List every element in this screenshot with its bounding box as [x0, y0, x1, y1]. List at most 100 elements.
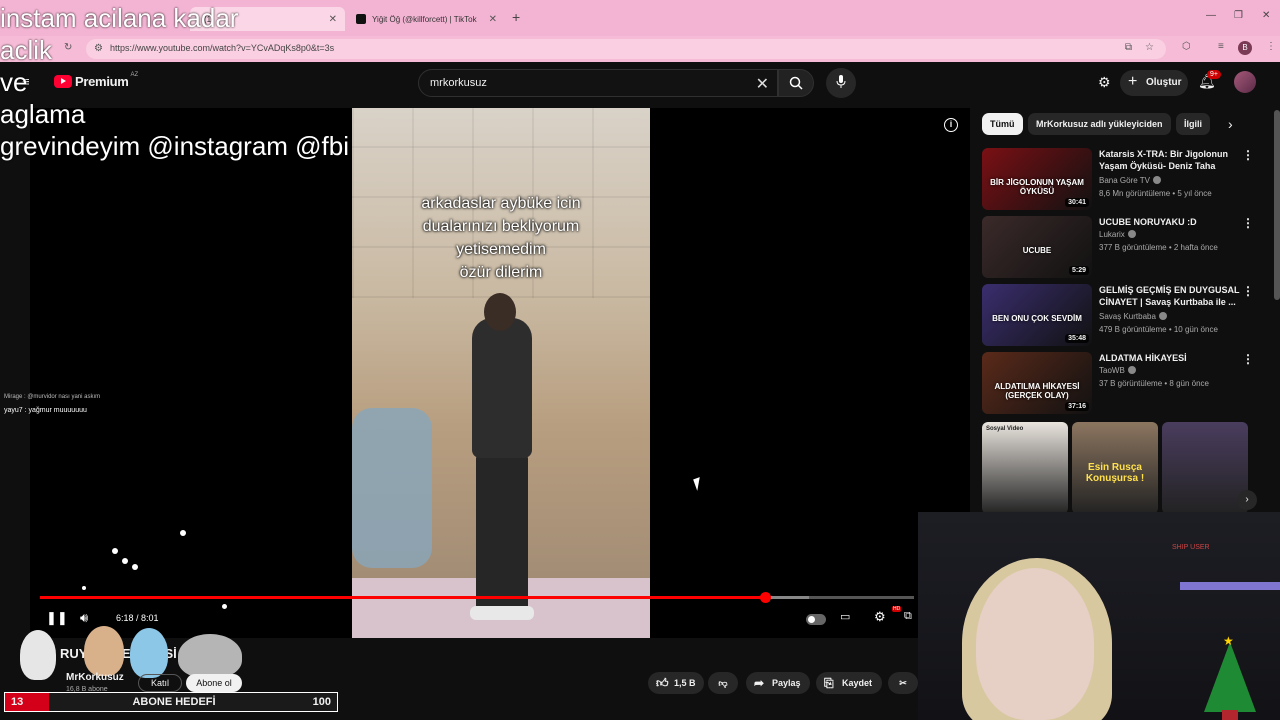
channel-name[interactable]: MrKorkusuz — [66, 672, 124, 683]
recommendation-item[interactable]: BİR JİGOLONUN YAŞAM ÖYKÜSÜ 30:41 Katarsis … — [982, 148, 1276, 210]
clip-button[interactable]: ✂ — [888, 672, 918, 694]
goal-target: 100 — [312, 696, 331, 708]
channel-label: Bana Göre TV — [1099, 176, 1150, 185]
channel-label: TaoWB — [1099, 366, 1125, 375]
streamer-webcam: SHIP USER ★ — [918, 512, 1280, 720]
new-tab-icon[interactable]: + — [512, 9, 520, 25]
progress-fill — [40, 596, 766, 599]
thumbnail-text: BİR JİGOLONUN YAŞAM ÖYKÜSÜ — [990, 178, 1084, 196]
search-button[interactable] — [778, 69, 814, 97]
media-icon[interactable]: ≡ — [1218, 41, 1224, 52]
scrubber-handle[interactable] — [760, 592, 772, 603]
recommendation-title[interactable]: Katarsis X-TRA: Bir Jigolonun Yaşam Öykü… — [1099, 148, 1249, 172]
profile-avatar[interactable]: B — [1238, 41, 1252, 55]
video-player[interactable]: arkadaslar aybüke icin dualarınızı bekliy… — [30, 108, 970, 638]
video-duration: 5:29 — [1068, 266, 1089, 275]
subscriber-goal-bar: 13 ABONE HEDEFİ 100 — [4, 692, 338, 712]
share-button[interactable]: ➦ Paylaş — [746, 672, 810, 694]
pillow — [352, 408, 432, 568]
short-thumbnail[interactable] — [1162, 422, 1248, 514]
short-thumbnail[interactable]: Esin Rusça Konuşursa ! — [1072, 422, 1158, 514]
caption-line: dualarınızı bekliyorum — [422, 218, 580, 235]
save-button[interactable]: ⎘ Kaydet — [816, 672, 882, 694]
bookmark-icon[interactable]: ☆ — [1145, 42, 1154, 53]
tiktok-icon — [356, 14, 366, 24]
account-avatar[interactable] — [1234, 71, 1256, 93]
progress-bar[interactable] — [40, 592, 914, 603]
recommendation-title[interactable]: UCUBE NORUYAKU :D — [1099, 216, 1249, 228]
recommendation-channel[interactable]: Lukarix — [1099, 230, 1136, 239]
notification-badge: 9+ — [1207, 70, 1221, 79]
recommendation-item[interactable]: ALDATILMA HİKAYESİ (GERÇEK OLAY) 37:16 ALD… — [982, 352, 1276, 414]
thumbnail-text: UCUBE — [1022, 246, 1052, 255]
tab-tiktok[interactable]: Yiğit Öğ (@killforcett) | TikTok ✕ — [350, 7, 505, 31]
extensions-icon[interactable]: ⬡ — [1182, 41, 1191, 52]
subscribe-button[interactable]: Abone ol — [186, 674, 242, 692]
more-options-icon[interactable]: ⋮ — [1242, 148, 1254, 162]
face — [976, 568, 1094, 720]
chip-from-uploader[interactable]: MrKorkusuz adlı yükleyiciden — [1028, 113, 1171, 135]
save-label: Kaydet — [842, 678, 873, 688]
chat-message: yayu7 : yağmur muuuuuuu — [4, 407, 87, 414]
close-window-icon[interactable]: ✕ — [1262, 10, 1270, 21]
minimize-icon[interactable]: — — [1206, 10, 1216, 21]
recommendation-item[interactable]: UCUBE 5:29 UCUBE NORUYAKU :D Lukarix 377 B g… — [982, 216, 1276, 278]
recommendation-meta: 8,6 Mn görüntüleme • 5 yıl önce — [1099, 189, 1212, 198]
install-icon[interactable]: ⧉ — [1125, 42, 1132, 53]
maximize-icon[interactable]: ❐ — [1234, 10, 1243, 21]
cat-sticker — [178, 634, 242, 678]
recommendation-channel[interactable]: Savaş Kurtbaba — [1099, 312, 1167, 321]
create-button[interactable]: + Oluştur — [1120, 70, 1188, 96]
more-options-icon[interactable]: ⋮ — [1242, 216, 1254, 230]
video-duration: 30:41 — [1065, 198, 1089, 207]
voice-search-button[interactable] — [826, 68, 856, 98]
thumbnail-text: ALDATILMA HİKAYESİ (GERÇEK OLAY) — [994, 382, 1080, 400]
thumbnail-text: BEN ONU ÇOK SEVDİM — [992, 314, 1082, 323]
chevron-right-icon[interactable]: › — [1228, 116, 1233, 132]
menu-icon[interactable]: ⋮ — [1266, 41, 1276, 52]
chat-message: Mirage : @murvidor nası yani askım — [4, 394, 101, 400]
star-icon: ★ — [1223, 634, 1234, 648]
more-options-icon[interactable]: ⋮ — [1242, 284, 1254, 298]
hoodie — [472, 318, 532, 458]
share-icon: ➦ — [754, 676, 765, 690]
autoplay-toggle[interactable] — [806, 614, 826, 625]
recommendation-meta: 479 B görüntüleme • 10 gün önce — [1099, 325, 1218, 334]
like-button[interactable]: 👍︎ 1,5 B — [648, 672, 704, 694]
join-button[interactable]: Katıl — [138, 674, 182, 692]
recommendation-channel[interactable]: Bana Göre TV — [1099, 176, 1161, 185]
verified-icon — [1158, 312, 1167, 320]
short-text: Esin Rusça Konuşursa ! — [1085, 462, 1145, 484]
subtitles-icon[interactable]: ▭ — [840, 610, 850, 623]
video-thumbnail[interactable]: ALDATILMA HİKAYESİ (GERÇEK OLAY) 37:16 — [982, 352, 1092, 414]
short-thumbnail[interactable]: Sosyal Video — [982, 422, 1068, 514]
thumbs-up-icon: 👍︎ — [656, 676, 669, 690]
recommendation-title[interactable]: ALDATMA HİKAYESİ — [1099, 352, 1249, 364]
recommendation-channel[interactable]: TaoWB — [1099, 366, 1136, 375]
recommendation-item[interactable]: BEN ONU ÇOK SEVDİM 35:48 GELMİŞ GEÇMİŞ EN … — [982, 284, 1276, 346]
chip-all[interactable]: Tümü — [982, 113, 1023, 135]
recommendation-title[interactable]: GELMİŞ GEÇMİŞ EN DUYGUSAL CİNAYET | Sava… — [1099, 284, 1249, 308]
scrollbar[interactable] — [1274, 110, 1280, 300]
cast-icon[interactable]: ⚙ — [1098, 74, 1111, 91]
video-thumbnail[interactable]: BİR JİGOLONUN YAŞAM ÖYKÜSÜ 30:41 — [982, 148, 1092, 210]
more-options-icon[interactable]: ⋮ — [1242, 352, 1254, 366]
clear-search-icon[interactable]: ✕ — [756, 74, 769, 94]
goal-label: ABONE HEDEFİ — [132, 696, 216, 708]
chevron-right-icon[interactable]: › — [1237, 490, 1257, 510]
chip-related[interactable]: İlgili — [1176, 113, 1210, 135]
close-icon[interactable]: ✕ — [489, 14, 497, 25]
caption-line: özür dilerim — [459, 264, 543, 281]
christmas-tree — [1204, 642, 1256, 712]
dislike-button[interactable]: 👎︎ — [708, 672, 738, 694]
penguin-sticker — [130, 628, 168, 678]
miniplayer-icon[interactable]: ⧉ — [904, 610, 912, 623]
video-thumbnail[interactable]: BEN ONU ÇOK SEVDİM 35:48 — [982, 284, 1092, 346]
scissors-icon: ✂ — [899, 678, 907, 688]
recommendation-meta: 37 B görüntüleme • 8 gün önce — [1099, 379, 1209, 388]
video-thumbnail[interactable]: UCUBE 5:29 — [982, 216, 1092, 278]
info-icon[interactable]: i — [944, 118, 958, 132]
search-input[interactable]: mrkorkusuz ✕ — [418, 69, 778, 97]
bookmark-icon: ⎘ — [824, 676, 834, 690]
settings-icon[interactable]: ⚙ — [874, 609, 886, 625]
